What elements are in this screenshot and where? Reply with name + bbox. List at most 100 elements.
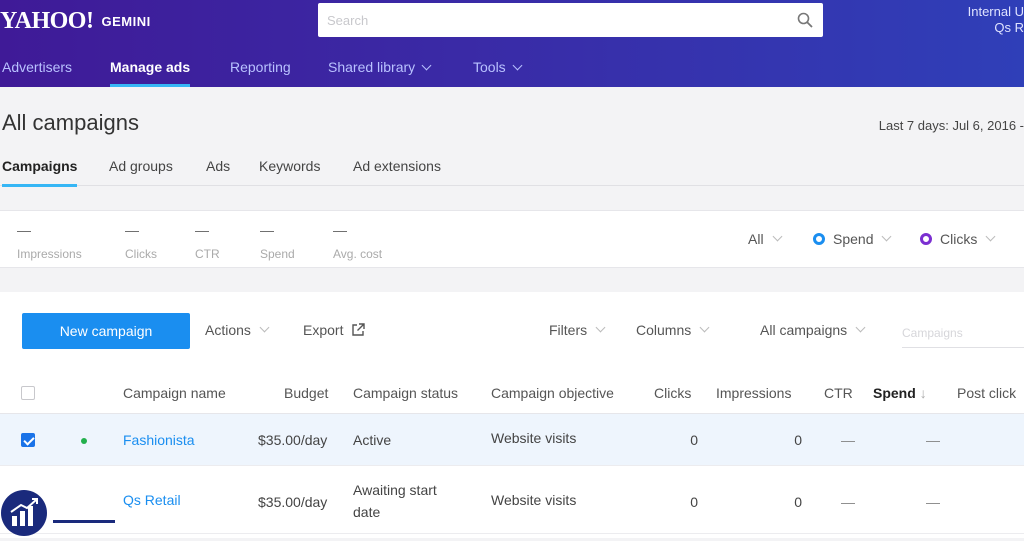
export-button[interactable]: Export <box>303 322 366 338</box>
sort-descending-icon: ↓ <box>919 385 927 401</box>
campaign-objective: Website visits <box>491 430 577 446</box>
nav-tools-label: Tools <box>473 59 506 75</box>
metric-value: — <box>17 222 31 238</box>
metric-spend[interactable]: — Spend <box>260 223 295 261</box>
search-placeholder: Search <box>327 12 369 28</box>
search-input[interactable]: Search <box>318 3 823 37</box>
column-campaign-status[interactable]: Campaign status <box>353 385 458 401</box>
metric-value: — <box>260 222 274 238</box>
campaign-spend: — <box>926 494 940 510</box>
gemini-logo-text: GEMINI <box>101 13 151 29</box>
series-spend-dot <box>813 233 825 245</box>
actions-label: Actions <box>205 322 251 338</box>
metric-value: — <box>333 222 347 238</box>
user-org-name: Internal U <box>967 4 1024 19</box>
nav-advertisers[interactable]: Advertisers <box>2 47 72 87</box>
campaigns-panel: New campaign Actions Export Filters Colu… <box>0 292 1024 538</box>
tab-campaigns[interactable]: Campaigns <box>2 158 78 187</box>
campaign-budget: $35.00/day <box>258 494 328 510</box>
metric-avg-cost[interactable]: — Avg. cost <box>333 223 382 261</box>
column-clicks[interactable]: Clicks <box>654 385 691 401</box>
table-row[interactable]: Qs Retail $35.00/day Awaiting start date… <box>0 466 1024 534</box>
chevron-down-icon <box>421 60 432 71</box>
chevron-down-icon <box>882 231 892 241</box>
metric-ctr[interactable]: — CTR <box>195 223 220 261</box>
column-ctr[interactable]: CTR <box>824 385 853 401</box>
search-icon[interactable] <box>797 12 813 28</box>
page-title: All campaigns <box>2 110 139 135</box>
chevron-down-icon <box>699 322 710 332</box>
filters-label: Filters <box>549 322 588 338</box>
status-active-dot <box>81 438 87 444</box>
metric-filter-label: All <box>748 231 764 247</box>
metric-clicks[interactable]: — Clicks <box>125 223 157 261</box>
bar-chart-icon <box>10 498 38 526</box>
campaign-filter-label: All campaigns <box>760 322 848 338</box>
actions-dropdown[interactable]: Actions <box>205 322 270 338</box>
nav-tools[interactable]: Tools <box>473 47 523 87</box>
column-budget[interactable]: Budget <box>284 385 328 401</box>
columns-label: Columns <box>636 322 692 338</box>
divider-line <box>53 520 115 523</box>
campaign-filter-dropdown[interactable]: All campaigns <box>760 322 866 338</box>
column-spend-label: Spend <box>873 385 916 401</box>
campaign-status-line1: Awaiting start <box>353 482 437 498</box>
metric-impressions[interactable]: — Impressions <box>17 223 82 261</box>
metrics-summary-bar: — Impressions — Clicks — CTR — Spend — A… <box>0 210 1024 268</box>
campaign-search-input[interactable]: Campaigns <box>902 318 1024 348</box>
column-post-click[interactable]: Post click <box>957 385 1016 401</box>
table-row[interactable]: Fashionista $35.00/day Active Website vi… <box>0 414 1024 466</box>
nav-shared-library[interactable]: Shared library <box>328 47 432 87</box>
user-account-menu[interactable]: Internal U Qs R <box>968 4 1024 36</box>
campaign-spend: — <box>926 432 940 448</box>
campaign-ctr: — <box>841 432 855 448</box>
campaign-impressions: 0 <box>794 432 802 448</box>
column-campaign-objective[interactable]: Campaign objective <box>491 385 614 401</box>
tab-keywords[interactable]: Keywords <box>259 158 320 186</box>
tab-ad-extensions[interactable]: Ad extensions <box>353 158 441 186</box>
tab-ads[interactable]: Ads <box>206 158 230 186</box>
chevron-down-icon <box>855 322 866 332</box>
select-all-checkbox[interactable] <box>21 386 35 400</box>
nav-manage-ads[interactable]: Manage ads <box>110 47 191 87</box>
chart-series-1-dropdown[interactable]: Spend <box>813 231 892 247</box>
growth-chart-icon <box>1 490 47 536</box>
main-nav: Advertisers Manage ads Reporting Shared … <box>0 47 1024 87</box>
yahoo-logo-text: YAHOO! <box>0 7 94 34</box>
metric-label: Spend <box>260 247 295 261</box>
metric-filter-dropdown[interactable]: All <box>748 231 783 247</box>
row-checkbox[interactable] <box>21 433 35 447</box>
metric-value: — <box>125 222 139 238</box>
table-header: Campaign name Budget Campaign status Cam… <box>0 372 1024 414</box>
series-1-label: Spend <box>833 231 874 247</box>
campaign-impressions: 0 <box>794 494 802 510</box>
campaign-status: Active <box>353 432 392 448</box>
yahoo-gemini-logo[interactable]: YAHOO! GEMINI <box>0 6 151 36</box>
campaign-name-link[interactable]: Qs Retail <box>123 492 181 508</box>
chevron-down-icon <box>259 322 270 332</box>
metric-value: — <box>195 222 209 238</box>
chart-series-2-dropdown[interactable]: Clicks <box>920 231 996 247</box>
user-account-name: Qs R <box>994 20 1024 35</box>
campaign-name-link[interactable]: Fashionista <box>123 432 195 448</box>
nav-reporting[interactable]: Reporting <box>230 47 291 87</box>
metric-label: Clicks <box>125 247 157 261</box>
columns-dropdown[interactable]: Columns <box>636 322 710 338</box>
top-bar: YAHOO! GEMINI Search Internal U Qs R Adv… <box>0 0 1024 87</box>
nav-shared-library-label: Shared library <box>328 59 416 75</box>
tab-ad-groups[interactable]: Ad groups <box>109 158 173 186</box>
new-campaign-button[interactable]: New campaign <box>22 313 190 349</box>
date-range-selector[interactable]: Last 7 days: Jul 6, 2016 - <box>879 118 1024 133</box>
chevron-down-icon <box>772 231 783 241</box>
column-campaign-name[interactable]: Campaign name <box>123 385 226 401</box>
export-label: Export <box>303 322 344 338</box>
campaign-ctr: — <box>841 494 855 510</box>
external-link-icon <box>352 323 366 336</box>
campaign-clicks: 0 <box>690 494 698 510</box>
metric-label: Impressions <box>17 247 82 261</box>
column-impressions[interactable]: Impressions <box>716 385 791 401</box>
campaign-tabs: Campaigns Ad groups Ads Keywords Ad exte… <box>0 152 1024 187</box>
filters-dropdown[interactable]: Filters <box>549 322 606 338</box>
campaign-status-line2: date <box>353 504 381 520</box>
column-spend[interactable]: Spend ↓ <box>873 385 927 401</box>
